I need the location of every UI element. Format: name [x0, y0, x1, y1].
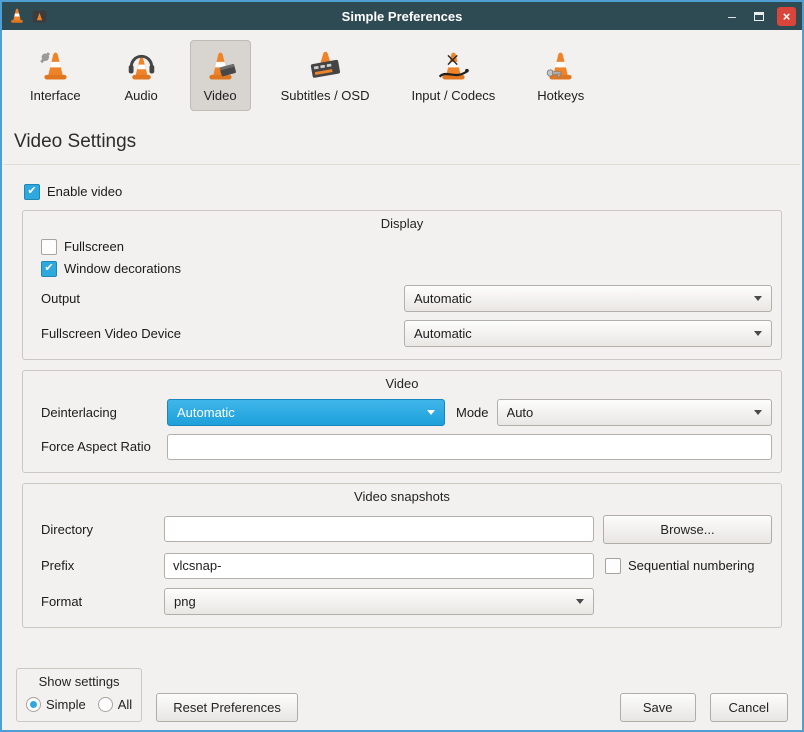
checkbox-icon: ✔: [24, 184, 40, 200]
video-snapshots-group: Video snapshots Directory Browse... Pref…: [22, 483, 782, 628]
all-radio-label: All: [118, 697, 132, 712]
interface-icon: [37, 48, 74, 85]
maximize-icon: [754, 12, 764, 21]
audio-icon: [123, 48, 160, 85]
chevron-down-icon: [754, 331, 762, 336]
chevron-down-icon: [576, 599, 584, 604]
show-settings-group: Show settings Simple All: [16, 668, 142, 722]
preferences-toolbar: Interface Audio Vid: [2, 30, 802, 117]
show-settings-title: Show settings: [26, 673, 132, 690]
toolbar-label: Interface: [30, 88, 81, 103]
app-menu-icon[interactable]: [32, 9, 47, 24]
output-dropdown[interactable]: Automatic: [404, 285, 772, 312]
toolbar-label: Subtitles / OSD: [281, 88, 370, 103]
fullscreen-video-device-label: Fullscreen Video Device: [41, 326, 404, 341]
radio-icon: [26, 697, 41, 712]
subtitles-osd-icon: [307, 48, 344, 85]
fullscreen-video-device-dropdown[interactable]: Automatic: [404, 320, 772, 347]
toolbar-item-subtitles-osd[interactable]: Subtitles / OSD: [269, 40, 382, 111]
prefix-input[interactable]: [164, 553, 594, 579]
enable-video-checkbox[interactable]: ✔ Enable video: [24, 184, 122, 200]
directory-label: Directory: [41, 522, 164, 537]
video-group-title: Video: [32, 375, 772, 393]
toolbar-label: Video: [204, 88, 237, 103]
toolbar-label: Hotkeys: [537, 88, 584, 103]
toolbar-item-input-codecs[interactable]: Input / Codecs: [399, 40, 507, 111]
video-group: Video Deinterlacing Automatic Mode Auto …: [22, 370, 782, 473]
chevron-down-icon: [427, 410, 435, 415]
sequential-numbering-checkbox[interactable]: ✔ Sequential numbering: [605, 558, 754, 574]
chevron-down-icon: [754, 296, 762, 301]
prefix-label: Prefix: [41, 558, 164, 573]
preferences-window: Simple Preferences – × Interface: [0, 0, 804, 732]
radio-icon: [98, 697, 113, 712]
window-title: Simple Preferences: [2, 9, 802, 24]
reset-preferences-button[interactable]: Reset Preferences: [156, 693, 298, 722]
deinterlacing-dropdown[interactable]: Automatic: [167, 399, 445, 426]
fullscreen-checkbox[interactable]: ✔ Fullscreen: [41, 239, 124, 255]
window-decorations-checkbox[interactable]: ✔ Window decorations: [41, 261, 181, 277]
output-label: Output: [41, 291, 404, 306]
maximize-button[interactable]: [750, 6, 768, 26]
mode-label: Mode: [456, 405, 489, 420]
footer: Show settings Simple All Reset Preferenc…: [16, 668, 788, 722]
heading-separator: [4, 164, 800, 165]
enable-video-label: Enable video: [47, 184, 122, 199]
video-icon: [202, 48, 239, 85]
toolbar-item-interface[interactable]: Interface: [18, 40, 93, 111]
toolbar-item-video[interactable]: Video: [190, 40, 251, 111]
browse-button[interactable]: Browse...: [603, 515, 772, 544]
close-button[interactable]: ×: [777, 7, 796, 26]
format-label: Format: [41, 594, 164, 609]
cancel-button[interactable]: Cancel: [710, 693, 788, 722]
input-codecs-icon: [435, 48, 472, 85]
display-group: Display ✔ Fullscreen ✔ Window decoration…: [22, 210, 782, 360]
vlc-cone-icon: [8, 7, 26, 25]
sequential-numbering-label: Sequential numbering: [628, 558, 754, 573]
checkbox-icon: ✔: [605, 558, 621, 574]
checkbox-icon: ✔: [41, 261, 57, 277]
page-title: Video Settings: [14, 129, 802, 155]
format-dropdown[interactable]: png: [164, 588, 594, 615]
deinterlace-mode-dropdown[interactable]: Auto: [497, 399, 772, 426]
minimize-button[interactable]: –: [723, 6, 741, 26]
titlebar[interactable]: Simple Preferences – ×: [2, 2, 802, 30]
window-decorations-label: Window decorations: [64, 261, 181, 276]
save-button[interactable]: Save: [620, 693, 696, 722]
show-settings-simple-radio[interactable]: Simple: [26, 697, 86, 712]
video-snapshots-group-title: Video snapshots: [32, 488, 772, 506]
force-aspect-ratio-input[interactable]: [167, 434, 772, 460]
toolbar-item-audio[interactable]: Audio: [111, 40, 172, 111]
chevron-down-icon: [754, 410, 762, 415]
fullscreen-label: Fullscreen: [64, 239, 124, 254]
simple-radio-label: Simple: [46, 697, 86, 712]
toolbar-item-hotkeys[interactable]: Hotkeys: [525, 40, 596, 111]
checkbox-icon: ✔: [41, 239, 57, 255]
deinterlacing-label: Deinterlacing: [41, 405, 167, 420]
toolbar-label: Audio: [124, 88, 157, 103]
directory-input[interactable]: [164, 516, 594, 542]
hotkeys-icon: [542, 48, 579, 85]
show-settings-all-radio[interactable]: All: [98, 697, 132, 712]
force-aspect-ratio-label: Force Aspect Ratio: [41, 439, 167, 454]
toolbar-label: Input / Codecs: [411, 88, 495, 103]
display-group-title: Display: [32, 215, 772, 233]
